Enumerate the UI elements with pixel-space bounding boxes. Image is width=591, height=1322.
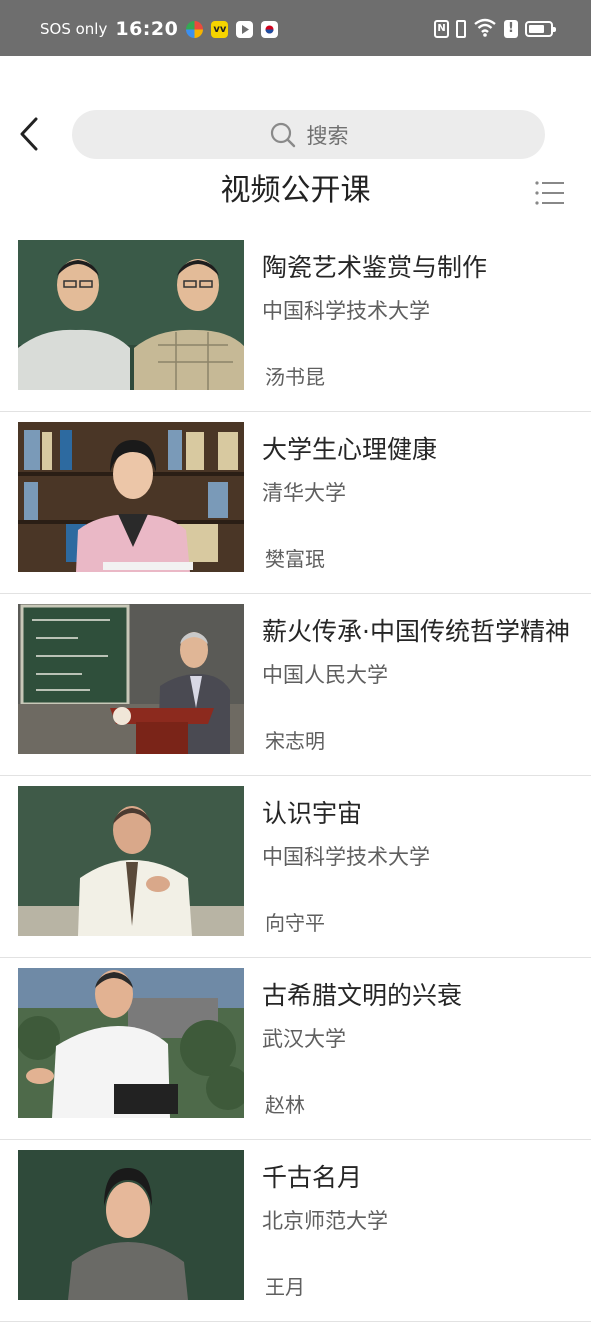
course-thumbnail xyxy=(18,1150,244,1300)
course-thumbnail xyxy=(18,786,244,936)
list-view-button[interactable] xyxy=(532,178,568,208)
battery-level xyxy=(529,25,544,33)
network-status: SOS only xyxy=(40,20,108,38)
course-school: 武汉大学 xyxy=(262,1027,346,1051)
course-teacher: 赵林 xyxy=(265,1093,305,1117)
course-school: 中国科学技术大学 xyxy=(262,845,430,869)
search-input[interactable]: 搜索 xyxy=(72,110,545,159)
alert-icon: ! xyxy=(504,20,518,38)
course-school: 北京师范大学 xyxy=(262,1209,388,1233)
course-title: 古希腊文明的兴衰 xyxy=(262,981,463,1010)
course-teacher: 汤书昆 xyxy=(265,365,325,389)
course-thumbnail xyxy=(18,422,244,572)
course-item[interactable]: 认识宇宙 中国科学技术大学 向守平 xyxy=(0,776,591,958)
vibrate-icon xyxy=(456,20,466,38)
course-title: 认识宇宙 xyxy=(262,799,363,828)
course-school: 中国人民大学 xyxy=(262,663,388,687)
course-teacher: 宋志明 xyxy=(265,729,325,753)
page-title: 视频公开课 xyxy=(220,173,371,208)
course-item[interactable]: 大学生心理健康 清华大学 樊富珉 xyxy=(0,412,591,594)
back-button[interactable] xyxy=(14,114,50,154)
chevron-left-icon xyxy=(20,117,38,151)
battery-icon xyxy=(525,21,556,37)
course-school: 中国科学技术大学 xyxy=(262,299,430,323)
course-item[interactable]: 陶瓷艺术鉴赏与制作 中国科学技术大学 汤书昆 xyxy=(0,230,591,412)
play-app-icon xyxy=(236,20,254,38)
course-item[interactable]: 薪火传承·中国传统哲学精神 中国人民大学 宋志明 xyxy=(0,594,591,776)
course-thumbnail xyxy=(18,604,244,754)
course-thumbnail xyxy=(18,240,244,390)
status-bar: SOS only 16:20 vv N ! xyxy=(0,0,591,56)
course-title: 千古名月 xyxy=(262,1163,363,1192)
course-teacher: 樊富珉 xyxy=(265,547,325,571)
course-thumbnail xyxy=(18,968,244,1118)
search-icon xyxy=(270,122,295,147)
course-title: 薪火传承·中国传统哲学精神 xyxy=(262,617,570,646)
wifi-icon xyxy=(473,17,497,41)
course-teacher: 向守平 xyxy=(265,911,325,935)
course-title: 陶瓷艺术鉴赏与制作 xyxy=(262,253,488,282)
pinwheel-app-icon xyxy=(186,20,204,38)
course-item[interactable]: 古希腊文明的兴衰 武汉大学 赵林 xyxy=(0,958,591,1140)
course-teacher: 王月 xyxy=(265,1275,305,1299)
clock: 16:20 xyxy=(115,18,179,40)
search-placeholder: 搜索 xyxy=(306,123,349,148)
course-item[interactable]: 千古名月 北京师范大学 王月 xyxy=(0,1140,591,1322)
vv-app-icon: vv xyxy=(211,20,229,38)
course-title: 大学生心理健康 xyxy=(262,435,438,464)
course-school: 清华大学 xyxy=(262,481,346,505)
flag-app-icon xyxy=(261,20,279,38)
nfc-icon: N xyxy=(434,20,449,38)
list-icon xyxy=(535,181,564,205)
